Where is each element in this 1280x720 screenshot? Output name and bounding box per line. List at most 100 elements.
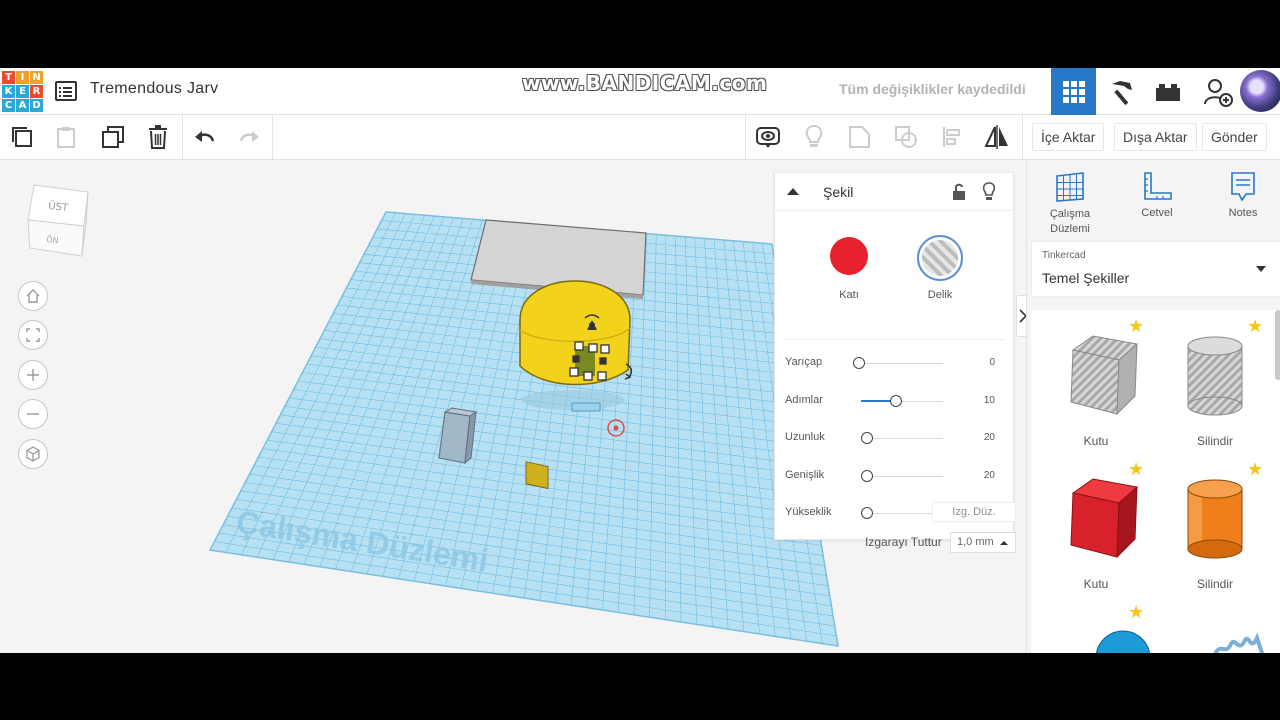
shape-cylinder-grey[interactable]: Silindir [1160,328,1270,468]
zoom-out-button[interactable] [18,399,48,429]
param-value[interactable]: 20 [984,432,995,443]
sphere-icon[interactable] [1093,628,1153,653]
fit-view-button[interactable] [18,320,48,350]
param-value[interactable]: 20 [984,470,995,481]
3d-design-view-button[interactable] [1051,68,1096,115]
star-icon: ★ [1247,459,1264,479]
solid-color-button[interactable] [830,237,868,275]
zoom-in-button[interactable] [18,360,48,390]
add-user-icon [1203,78,1233,107]
add-user-button[interactable] [1195,68,1240,115]
param-slider-track[interactable] [861,438,943,439]
inspector-header: Şekil [775,173,1015,211]
trash-icon [149,125,167,149]
snap-grid-select[interactable]: 1,0 mm [950,532,1016,553]
star-icon: ★ [1128,316,1145,336]
duplicate-icon [102,126,124,148]
user-avatar[interactable] [1240,70,1280,112]
param-slider-handle[interactable] [890,395,902,407]
app-header: T I N K E R C A D Tremendous Jarv www.BA… [0,68,1280,115]
param-slider-track[interactable] [861,476,943,477]
param-slider-handle[interactable] [861,470,873,482]
project-title[interactable]: Tremendous Jarv [90,80,218,98]
tinkercad-logo[interactable]: T I N K E R C A D [2,71,43,112]
minecraft-view-button[interactable] [1098,68,1143,115]
copy-button[interactable] [0,115,44,159]
workplane-icon [1056,172,1084,202]
paste-icon [57,127,75,148]
param-row: Adımlar 10 [785,392,1007,412]
undo-icon [195,131,215,142]
lightbulb-icon[interactable] [981,182,997,202]
redo-button[interactable] [227,115,271,159]
param-slider-handle[interactable] [861,507,873,519]
logo-letter: C [2,99,15,112]
align-button[interactable] [930,115,974,159]
param-value[interactable]: 0 [989,357,995,368]
star-icon: ★ [1128,602,1145,622]
view-cube[interactable]: ÜST ÖN [24,180,94,260]
home-icon [26,289,40,303]
minus-icon [27,413,39,415]
delete-button[interactable] [136,115,180,159]
logo-letter: K [2,85,15,98]
perspective-button[interactable] [18,439,48,469]
redo-icon [239,131,259,142]
video-letterbox-top [0,0,1280,68]
cylinder-icon [1187,479,1243,559]
shape-box-grey[interactable]: Kutu [1041,328,1151,468]
design-list-icon[interactable] [55,81,77,101]
import-button[interactable]: İçe Aktar [1032,123,1105,151]
copy-icon [12,127,32,147]
brick-view-button[interactable] [1145,68,1190,115]
logo-letter: I [16,71,29,84]
library-source: Tinkercad [1042,250,1086,261]
collapse-inspector-icon[interactable] [785,185,801,197]
notes-tool-button[interactable]: Notes [1208,170,1278,219]
notes-visibility-button[interactable] [792,115,836,159]
plus-icon [27,369,39,381]
param-slider-handle[interactable] [861,432,873,444]
send-to-button[interactable]: Gönder [1202,123,1267,151]
logo-letter: A [16,99,29,112]
note-icon [1231,172,1255,202]
shape-cylinder-orange[interactable]: Silindir [1160,471,1270,611]
param-value[interactable]: 10 [984,395,995,406]
show-all-button[interactable] [746,115,790,159]
snap-grid-label: Izgarayı Tuttur [865,535,942,549]
param-row: Genişlik 20 [785,467,1007,487]
scribble-icon[interactable] [1211,632,1271,653]
video-letterbox-bottom [0,653,1280,720]
ungroup-button[interactable] [884,115,928,159]
ruler-tool-button[interactable]: Cetvel [1122,170,1192,219]
ruler-tool-label: Cetvel [1141,207,1173,219]
mirror-button[interactable] [975,115,1019,159]
shape-box-red[interactable]: Kutu [1041,471,1151,611]
tinkercad-app: T I N K E R C A D Tremendous Jarv www.BA… [0,68,1280,653]
edit-grid-button[interactable]: Izg. Düz. [932,502,1016,522]
export-button[interactable]: Dışa Aktar [1114,123,1197,151]
caret-up-icon [1000,541,1008,545]
param-slider-track[interactable] [861,363,943,364]
param-label: Yarıçap [785,356,823,368]
lego-brick-icon [1155,83,1180,101]
hole-button[interactable] [917,235,963,281]
shape-library-select[interactable]: Tinkercad Temel Şekiller [1031,241,1280,297]
param-slider-track[interactable] [861,513,943,514]
workplane-tool-button[interactable]: Çalışma Düzlemi [1035,170,1105,237]
inspector-title: Şekil [823,184,854,200]
paste-button[interactable] [44,115,88,159]
shape-name: Silindir [1196,577,1233,591]
catalog-scrollbar[interactable] [1275,310,1280,380]
group-icon [849,126,870,148]
star-icon: ★ [1247,316,1264,336]
home-view-button[interactable] [18,281,48,311]
undo-button[interactable] [183,115,227,159]
param-slider-handle[interactable] [853,357,865,369]
logo-letter: D [30,99,43,112]
duplicate-button[interactable] [91,115,135,159]
group-button[interactable] [838,115,882,159]
shape-name: Kutu [1083,434,1109,448]
lock-icon[interactable] [951,182,967,202]
param-label: Uzunluk [785,431,825,443]
